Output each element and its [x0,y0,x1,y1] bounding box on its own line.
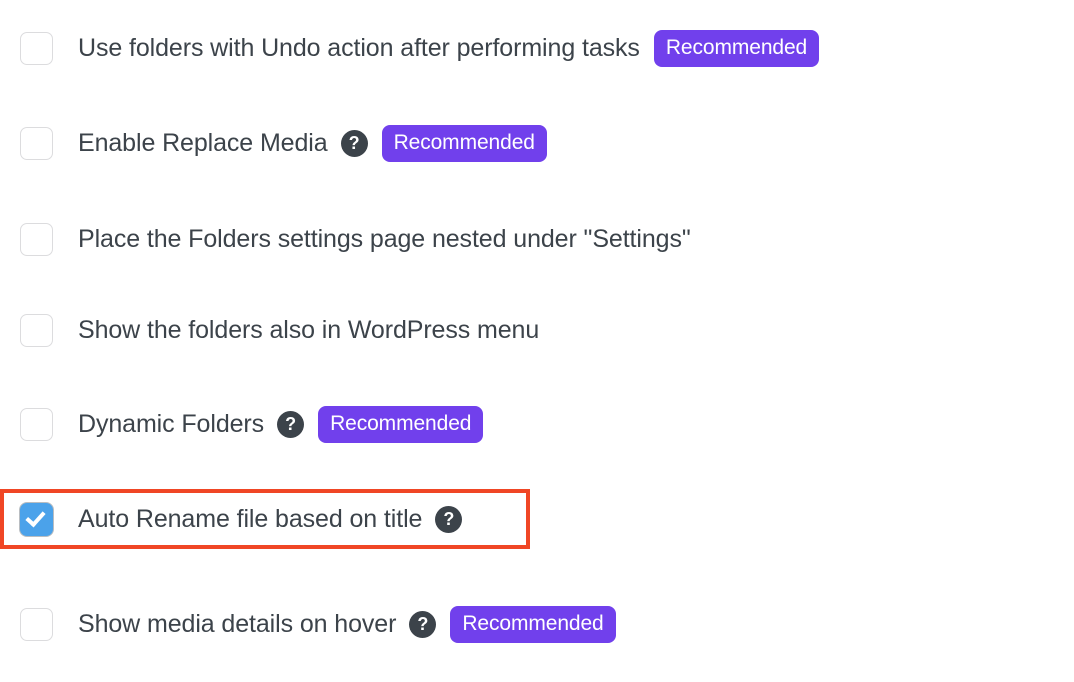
setting-label: Place the Folders settings page nested u… [78,224,691,253]
checkmark-icon [25,506,46,527]
recommended-badge: Recommended [318,405,484,443]
checkbox-checked[interactable] [20,502,53,536]
setting-label: Auto Rename file based on title [78,504,423,533]
setting-row[interactable]: Auto Rename file based on title? [0,489,530,549]
checkbox-unchecked[interactable] [20,407,53,441]
help-question-icon[interactable]: ? [277,410,305,438]
checkbox-unchecked[interactable] [20,607,53,641]
checkbox-unchecked[interactable] [20,31,53,65]
help-question-icon[interactable]: ? [409,610,437,638]
recommended-badge: Recommended [450,605,616,643]
setting-label: Enable Replace Media [78,128,328,157]
setting-row[interactable]: Use folders with Undo action after perfo… [0,18,914,78]
checkbox-unchecked[interactable] [20,126,53,160]
checkbox-unchecked[interactable] [20,222,53,256]
help-question-icon[interactable]: ? [435,505,463,533]
setting-label: Use folders with Undo action after perfo… [78,33,640,62]
setting-row[interactable]: Enable Replace Media? Recommended [0,113,596,173]
recommended-badge: Recommended [381,124,547,162]
recommended-badge: Recommended [653,29,820,67]
setting-row[interactable]: Show the folders also in WordPress menu [0,300,625,360]
settings-checkbox-list: Use folders with Undo action after perfo… [0,0,1074,682]
setting-label: Show media details on hover [78,609,397,638]
setting-row[interactable]: Dynamic Folders? Recommended [0,394,545,454]
setting-row[interactable]: Show media details on hover? Recommended [0,594,700,654]
help-question-icon[interactable]: ? [340,129,368,157]
setting-label: Show the folders also in WordPress menu [78,315,540,344]
checkbox-unchecked[interactable] [20,313,53,347]
setting-label: Dynamic Folders [78,409,265,438]
setting-row[interactable]: Place the Folders settings page nested u… [0,209,790,269]
